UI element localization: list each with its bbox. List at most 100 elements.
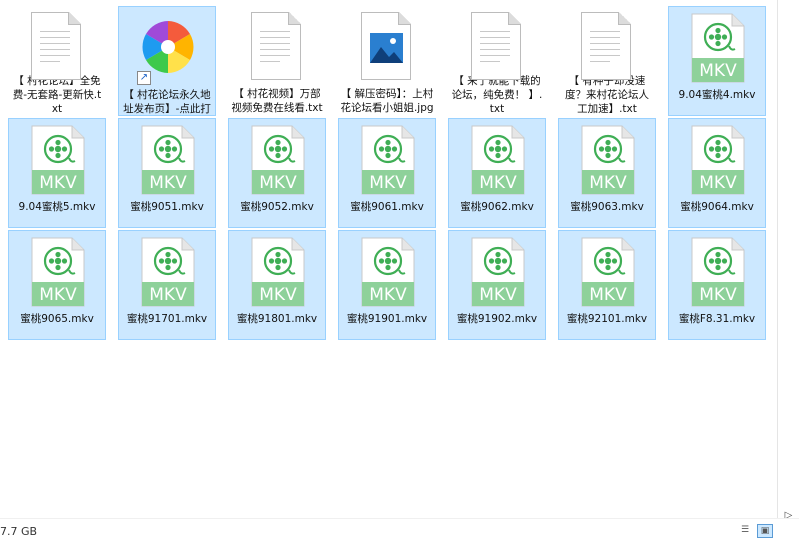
text-document-icon <box>471 12 521 80</box>
image-file-icon <box>361 12 411 80</box>
file-icon-wrap: MKV <box>135 123 199 197</box>
mkv-file-icon: MKV <box>691 13 745 83</box>
file-name: 蜜桃9051.mkv <box>130 201 204 213</box>
file-name: 【 有种子却没速度？来村花论坛人工加速】.txt <box>565 75 649 115</box>
file-item[interactable]: MKV 蜜桃9065.mkv <box>8 230 106 340</box>
file-icon-wrap: MKV <box>355 235 419 309</box>
shortcut-arrow-icon: ↗ <box>137 71 151 85</box>
file-name: 【 村花论坛】全免费-无套路-更新快.txt <box>12 75 102 115</box>
mkv-file-icon: MKV <box>31 237 85 307</box>
file-name: 蜜桃9052.mkv <box>240 201 314 213</box>
svg-text:MKV: MKV <box>699 173 737 193</box>
file-name: 9.04蜜桃4.mkv <box>678 89 756 101</box>
file-item[interactable]: MKV 蜜桃9052.mkv <box>228 118 326 228</box>
file-item[interactable]: 【 村花论坛】全免费-无套路-更新快.txt <box>8 6 106 116</box>
file-grid: 【 村花论坛】全免费-无套路-更新快.txt ↗ 【 村花论坛永久地址发布页】-点… <box>8 6 766 340</box>
status-bar: 7.7 GB ☰ ▣ <box>0 518 799 546</box>
file-item[interactable]: ↗【 村花论坛永久地址发布页】-点此打开 <box>118 6 216 129</box>
svg-text:MKV: MKV <box>479 173 517 193</box>
svg-text:MKV: MKV <box>369 173 407 193</box>
file-explorer-window: 【 村花论坛】全免费-无套路-更新快.txt ↗ 【 村花论坛永久地址发布页】-点… <box>0 0 799 546</box>
file-item[interactable]: 【 解压密码】：上村花论坛看小姐姐.jpg <box>338 6 436 116</box>
file-icon-wrap: MKV <box>355 123 419 197</box>
file-icon-wrap: MKV <box>25 123 89 197</box>
file-icon-wrap: MKV <box>245 123 309 197</box>
file-item[interactable]: MKV 蜜桃91801.mkv <box>228 230 326 340</box>
file-icon-wrap <box>245 10 309 84</box>
mkv-file-icon: MKV <box>691 125 745 195</box>
file-icon-wrap: MKV <box>135 235 199 309</box>
svg-text:MKV: MKV <box>699 285 737 305</box>
file-icon-wrap: MKV <box>575 123 639 197</box>
svg-text:MKV: MKV <box>149 285 187 305</box>
large-icons-view-icon[interactable]: ▣ <box>757 524 773 538</box>
mkv-file-icon: MKV <box>471 125 525 195</box>
file-icon-wrap: ↗ <box>135 11 199 85</box>
file-name: 蜜桃9063.mkv <box>570 201 644 213</box>
svg-text:MKV: MKV <box>369 285 407 305</box>
file-item[interactable]: MKV 蜜桃91701.mkv <box>118 230 216 340</box>
file-item[interactable]: MKV 蜜桃9063.mkv <box>558 118 656 228</box>
mkv-file-icon: MKV <box>581 237 635 307</box>
mkv-file-icon: MKV <box>251 125 305 195</box>
file-name: 蜜桃91801.mkv <box>236 313 318 325</box>
mkv-file-icon: MKV <box>31 125 85 195</box>
text-document-icon <box>31 12 81 80</box>
file-icon-wrap: MKV <box>685 235 749 309</box>
file-name: 蜜桃F8.31.mkv <box>678 313 756 325</box>
file-icon-wrap: MKV <box>575 235 639 309</box>
file-view[interactable]: 【 村花论坛】全免费-无套路-更新快.txt ↗ 【 村花论坛永久地址发布页】-点… <box>0 0 778 518</box>
mkv-file-icon: MKV <box>471 237 525 307</box>
svg-text:MKV: MKV <box>589 285 627 305</box>
file-icon-wrap: MKV <box>245 235 309 309</box>
svg-text:MKV: MKV <box>699 61 737 81</box>
mkv-file-icon: MKV <box>361 237 415 307</box>
file-name: 蜜桃9065.mkv <box>20 313 94 325</box>
file-name: 蜜桃9061.mkv <box>350 201 424 213</box>
mkv-file-icon: MKV <box>581 125 635 195</box>
svg-text:MKV: MKV <box>39 285 77 305</box>
file-item[interactable]: 【 村花视频】万部视频免费在线看.txt <box>228 6 326 116</box>
file-item[interactable]: MKV 蜜桃92101.mkv <box>558 230 656 340</box>
svg-text:MKV: MKV <box>479 285 517 305</box>
text-document-icon <box>251 12 301 80</box>
file-icon-wrap: MKV <box>465 235 529 309</box>
file-icon-wrap <box>355 10 419 84</box>
file-icon-wrap: MKV <box>685 11 749 85</box>
file-name: 蜜桃9062.mkv <box>460 201 534 213</box>
file-icon-wrap: MKV <box>685 123 749 197</box>
file-item[interactable]: MKV 蜜桃F8.31.mkv <box>668 230 766 340</box>
file-item[interactable]: MKV 蜜桃9051.mkv <box>118 118 216 228</box>
file-item[interactable]: MKV 蜜桃9062.mkv <box>448 118 546 228</box>
file-name: 蜜桃91701.mkv <box>126 313 208 325</box>
file-item[interactable]: MKV 蜜桃9061.mkv <box>338 118 436 228</box>
mkv-file-icon: MKV <box>691 237 745 307</box>
selection-size: 7.7 GB <box>0 525 38 538</box>
file-name: 蜜桃91902.mkv <box>456 313 538 325</box>
svg-text:MKV: MKV <box>259 285 297 305</box>
file-name: 【 来了就能下载的论坛，纯免费！ 】.txt <box>451 75 543 115</box>
mkv-file-icon: MKV <box>251 237 305 307</box>
file-name: 9.04蜜桃5.mkv <box>18 201 96 213</box>
file-item[interactable]: MKV 蜜桃9064.mkv <box>668 118 766 228</box>
mkv-file-icon: MKV <box>141 125 195 195</box>
file-item[interactable]: 【 有种子却没速度？来村花论坛人工加速】.txt <box>558 6 656 116</box>
file-item[interactable]: MKV 蜜桃91901.mkv <box>338 230 436 340</box>
file-name: 蜜桃92101.mkv <box>566 313 648 325</box>
file-name: 蜜桃9064.mkv <box>680 201 754 213</box>
details-view-icon[interactable]: ☰ <box>737 524 753 538</box>
file-name: 蜜桃91901.mkv <box>346 313 428 325</box>
file-icon-wrap: MKV <box>465 123 529 197</box>
file-item[interactable]: MKV 9.04蜜桃5.mkv <box>8 118 106 228</box>
vertical-scrollbar[interactable] <box>777 0 799 518</box>
file-name: 【 解压密码】：上村花论坛看小姐姐.jpg <box>340 88 434 114</box>
file-item[interactable]: MKV 9.04蜜桃4.mkv <box>668 6 766 116</box>
file-icon-wrap: MKV <box>25 235 89 309</box>
mkv-file-icon: MKV <box>361 125 415 195</box>
svg-text:MKV: MKV <box>39 173 77 193</box>
file-name: 【 村花视频】万部视频免费在线看.txt <box>231 88 323 114</box>
file-item[interactable]: 【 来了就能下载的论坛，纯免费！ 】.txt <box>448 6 546 116</box>
text-document-icon <box>581 12 631 80</box>
file-item[interactable]: MKV 蜜桃91902.mkv <box>448 230 546 340</box>
svg-text:MKV: MKV <box>589 173 627 193</box>
